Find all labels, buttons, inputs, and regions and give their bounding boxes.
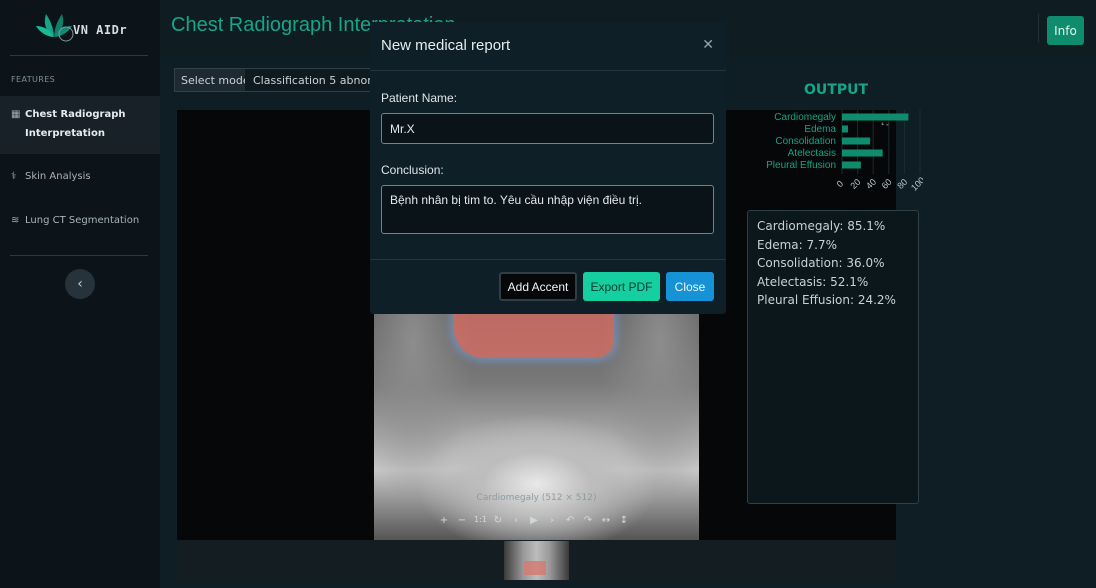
patient-name-input[interactable] [381,113,714,144]
patient-name-label: Patient Name: [381,91,458,105]
modal-footer-divider [370,259,726,260]
conclusion-input[interactable]: Bệnh nhân bị tim to. Yêu cầu nhập viện đ… [381,185,714,234]
close-button[interactable]: Close [666,272,714,301]
modal-header: New medical report ✕ [370,22,726,71]
conclusion-label: Conclusion: [381,163,444,177]
close-icon[interactable]: ✕ [702,37,714,53]
add-accent-button[interactable]: Add Accent [499,272,577,301]
modal-title: New medical report [381,37,511,54]
report-modal: New medical report ✕ Patient Name: Concl… [370,22,726,314]
export-pdf-button[interactable]: Export PDF [583,272,660,301]
